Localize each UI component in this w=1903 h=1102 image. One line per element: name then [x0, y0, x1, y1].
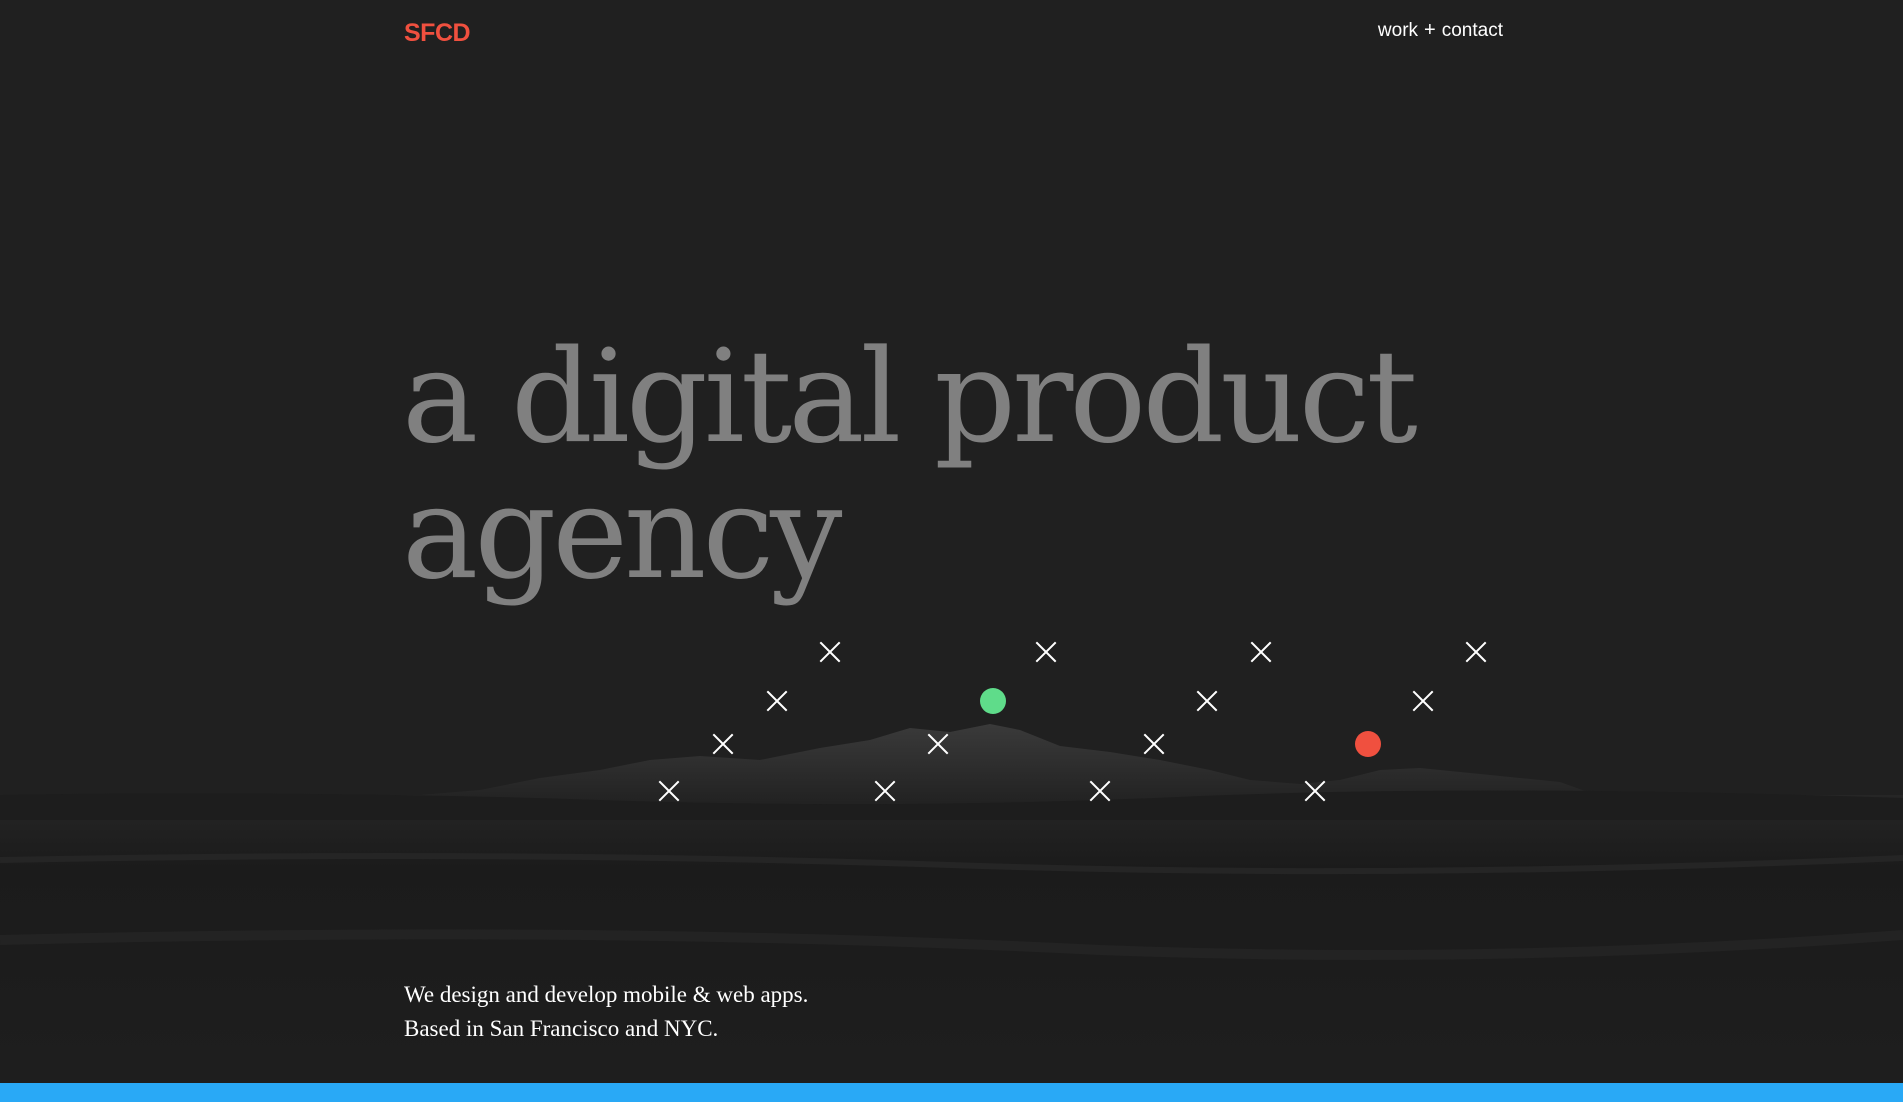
red-dot-icon[interactable]	[1355, 731, 1381, 757]
main-nav: work + contact	[1378, 20, 1503, 42]
close-icon[interactable]	[1250, 641, 1272, 663]
green-dot-icon[interactable]	[980, 688, 1006, 714]
close-icon[interactable]	[1035, 641, 1057, 663]
logo[interactable]: SFCD	[404, 19, 471, 48]
nav-contact-link[interactable]: contact	[1442, 20, 1503, 42]
tagline-line-1: We design and develop mobile & web apps.	[404, 982, 809, 1007]
page-title: a digital product agency	[402, 330, 1602, 602]
mountain-landscape-image	[0, 724, 1903, 1083]
headline-line-1: a digital product	[402, 323, 1418, 472]
nav-work-link[interactable]: work	[1378, 20, 1418, 42]
nav-separator: +	[1424, 19, 1436, 41]
bottom-accent-bar	[0, 1083, 1903, 1102]
tagline: We design and develop mobile & web apps.…	[404, 978, 808, 1046]
close-icon[interactable]	[1465, 641, 1487, 663]
headline-line-2: agency	[402, 459, 842, 608]
close-icon[interactable]	[819, 641, 841, 663]
tagline-line-2: Based in San Francisco and NYC.	[404, 1016, 719, 1041]
page: SFCD work + contact a digital product ag…	[0, 0, 1903, 1102]
